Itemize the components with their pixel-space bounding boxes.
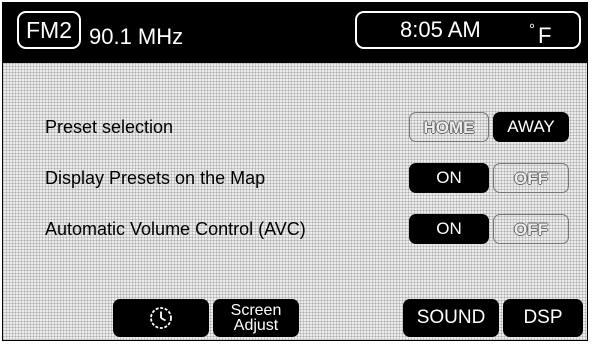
- avc-off-button[interactable]: OFF: [493, 214, 569, 244]
- time-display: 8:05 AM: [400, 17, 481, 42]
- map-presets-off-button[interactable]: OFF: [493, 163, 569, 193]
- radio-display: FM2 90.1 MHz 8:05 AM ° F Preset selection…: [2, 2, 588, 341]
- screen-adjust-line2: Adjust: [233, 317, 279, 334]
- screen-adjust-line1: Screen: [230, 302, 282, 319]
- map-presets-on-button[interactable]: ON: [409, 163, 489, 193]
- frequency-display: 90.1 MHz: [89, 24, 184, 49]
- screen-adjust-button[interactable]: Screen Adjust: [213, 299, 299, 337]
- clock-icon: [150, 307, 172, 329]
- temp-unit-label: F: [538, 23, 552, 48]
- clock-button[interactable]: [113, 299, 209, 337]
- preset-home-button[interactable]: HOME: [409, 112, 489, 142]
- temperature-unit: ° F: [529, 13, 551, 53]
- clock-temp-box: 8:05 AM ° F: [355, 11, 581, 49]
- display-presets-label: Display Presets on the Map: [45, 168, 266, 188]
- avc-label: Automatic Volume Control (AVC): [45, 219, 306, 239]
- avc-on-button[interactable]: ON: [409, 214, 489, 244]
- preset-away-button[interactable]: AWAY: [493, 112, 569, 142]
- preset-selection-label: Preset selection: [45, 117, 174, 137]
- settings-panel: Preset selection HOME AWAY Display Prese…: [3, 63, 587, 340]
- band-indicator[interactable]: FM2: [17, 11, 81, 49]
- degree-symbol: °: [529, 21, 535, 38]
- dsp-button[interactable]: DSP: [503, 299, 583, 337]
- sound-button[interactable]: SOUND: [403, 299, 499, 337]
- status-bar: FM2 90.1 MHz 8:05 AM ° F: [3, 3, 587, 63]
